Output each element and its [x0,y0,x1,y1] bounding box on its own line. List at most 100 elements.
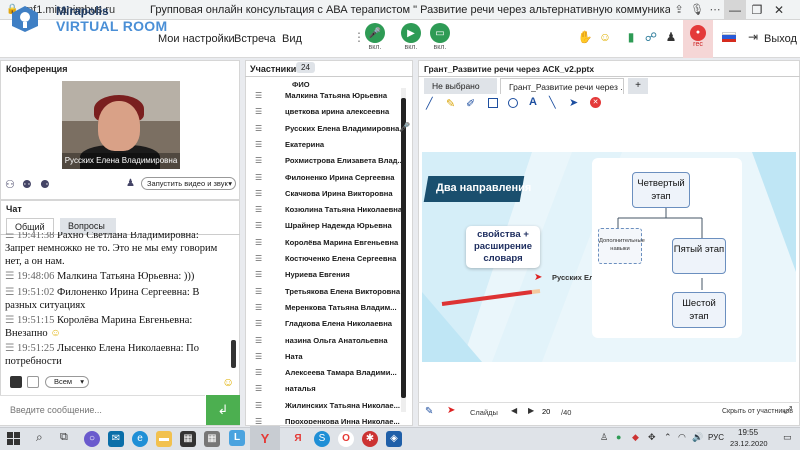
user-tray-icon[interactable]: ♙ [600,432,608,443]
windows-start-icon[interactable] [7,432,20,445]
search-icon[interactable]: ⌕ [36,430,43,445]
drag-handle-icon[interactable]: ☰ [245,137,285,154]
clear-icon[interactable]: ✕ [590,97,601,108]
table-row[interactable]: ☰ Гладкова Елена Николаевна [245,316,405,333]
exit-button[interactable]: Выход [764,33,797,45]
drag-handle-icon[interactable]: ☰ [245,88,285,105]
russian-flag-icon[interactable] [722,32,736,42]
grid-app-icon[interactable]: ▦ [204,431,220,447]
alice-icon[interactable]: ○ [84,431,100,447]
slide-page-input[interactable] [542,406,558,417]
minimize-button[interactable]: — [724,0,746,20]
drag-handle-icon[interactable]: ☰ [245,349,285,366]
table-row[interactable]: ☰ Третьякова Елена Викторовна [245,284,405,301]
table-row[interactable]: ☰ назина Ольга Анатольевна [245,333,405,350]
draw-tool-icon[interactable]: ✎ [425,406,433,417]
presentation-slide[interactable]: Два направления свойства + расширение сл… [422,152,796,362]
tray-red-icon[interactable]: ◆ [632,432,639,443]
edge-icon[interactable]: e [132,431,148,447]
user-settings-icon[interactable]: ⚉ [22,178,32,191]
tray-green-icon[interactable]: ● [616,432,621,442]
drag-handle-icon[interactable]: ☰ [245,235,285,252]
drag-handle-icon[interactable]: ☰ [245,104,285,121]
table-row[interactable]: ☰ наталья [245,381,405,398]
tray-tool-icon[interactable]: ✥ [648,432,656,443]
yandex-browser-icon[interactable]: Я [290,431,306,447]
background-color-icon[interactable] [27,376,39,388]
camera-toggle-button[interactable]: ▶ вкл. [398,23,424,51]
table-row[interactable]: ☰ Филоненко Ирина Сергеевна [245,170,405,187]
store-icon[interactable]: ▦ [180,431,196,447]
table-row[interactable]: ☰ Меренкова Татьяна Владим... [245,300,405,317]
tab-not-selected[interactable]: Не выбрано [424,78,497,94]
video-feed[interactable]: Русских Елена Владимировна [62,81,180,169]
start-video-select[interactable]: Запустить видео и звук ▾ [141,177,236,190]
mic-tab-icon[interactable]: 🎙 [688,3,706,16]
hand-icon[interactable]: ✋ [576,30,594,46]
maximize-button[interactable]: ❐ [746,0,768,20]
exit-icon[interactable]: ⇥ [744,30,762,46]
users-icon[interactable]: ⚇ [5,178,15,191]
menu-view[interactable]: Вид [282,33,302,45]
table-row[interactable]: ☰ Скачкова Ирина Викторовна [245,186,405,203]
table-row[interactable]: ☰ Козюлина Татьяна Николаевна [245,202,405,219]
app-l-icon[interactable]: L [229,430,245,446]
table-row[interactable]: ☰ Королёва Марина Евгеньевна [245,235,405,252]
prev-slide-button[interactable]: ◀ [511,406,517,415]
slides-label[interactable]: Слайды [470,408,498,417]
cursor-tool-icon[interactable]: ➤ [447,405,455,416]
marker-icon[interactable]: ✐ [466,97,475,110]
record-button[interactable]: ● rec [683,20,713,58]
drag-handle-icon[interactable]: ☰ [245,381,285,398]
table-row[interactable]: ☰ Малкина Татьяна Юрьевна [245,88,405,105]
drag-handle-icon[interactable]: ☰ [245,218,285,235]
folder-icon[interactable]: ▬ [156,431,172,447]
media-icon[interactable]: ✱ [362,431,378,447]
screen-share-button[interactable]: ▭ вкл. [427,23,453,51]
rectangle-tool-icon[interactable] [488,98,498,108]
notifications-icon[interactable]: ▭ [783,432,792,443]
line-tool-icon[interactable]: ╲ [549,96,556,109]
clock-date[interactable]: 23.12.2020 [730,439,768,448]
drag-handle-icon[interactable]: ☰ [245,202,285,219]
drag-handle-icon[interactable]: ☰ [245,170,285,187]
table-row[interactable]: ☰ Алексеева Тамара Владими... [245,365,405,382]
chat-message-input[interactable] [10,402,200,418]
drag-handle-icon[interactable]: ☰ [245,398,285,415]
drag-handle-icon[interactable]: ☰ [245,333,285,350]
next-slide-button[interactable]: ▶ [528,406,534,415]
input-language[interactable]: РУС [708,433,724,442]
table-row[interactable]: ☰ Костюченко Елена Сергеевна [245,251,405,268]
color-picker-icon[interactable] [10,376,22,388]
table-row[interactable]: ☰ цветкова ирина алексеевна [245,104,405,121]
drag-handle-icon[interactable]: ☰ [245,267,285,284]
mail-icon[interactable]: ✉ [108,431,124,447]
task-view-icon[interactable]: ⧉ [60,431,68,444]
drag-handle-icon[interactable]: ☰ [245,316,285,333]
table-row[interactable]: ☰ Прохоренкова Инна Николае... [245,414,405,424]
send-button[interactable]: ↲ [206,395,240,425]
drag-handle-icon[interactable]: ☰ [245,300,285,317]
hide-from-participants-button[interactable]: Скрыть от участников [722,408,793,415]
dock-app-icon[interactable]: ◈ [386,431,402,447]
table-row[interactable]: ☰ Русских Елена Владимировна [245,121,405,138]
drag-handle-icon[interactable]: ☰ [245,414,285,424]
more-icon[interactable]: ⋯ [706,3,724,16]
table-row[interactable]: ☰ Рохмистрова Елизавета Влад... [245,153,405,170]
tab-presentation[interactable]: Грант_Развитие речи через ... [500,78,624,94]
skype-icon[interactable]: S [314,431,330,447]
people-icon[interactable]: ♟ [662,30,680,46]
drag-handle-icon[interactable]: ☰ [245,365,285,382]
ellipse-tool-icon[interactable] [508,98,518,108]
audience-select[interactable]: Всем ▾ [45,376,89,388]
table-row[interactable]: ☰ Нуриева Евгения [245,267,405,284]
user-add-icon[interactable]: ⚈ [40,178,50,191]
text-tool-icon[interactable]: A [529,96,537,108]
menu-meeting[interactable]: Встреча [234,33,276,45]
close-window-button[interactable]: ✕ [768,0,790,20]
drag-handle-icon[interactable]: ☰ [245,186,285,203]
table-row[interactable]: ☰ Екатерина [245,137,405,154]
pen-icon[interactable]: ╱ [426,97,433,110]
pointer-tool-icon[interactable]: ➤ [569,96,578,109]
table-row[interactable]: ☰ Шрайнер Надежда Юрьевна [245,218,405,235]
